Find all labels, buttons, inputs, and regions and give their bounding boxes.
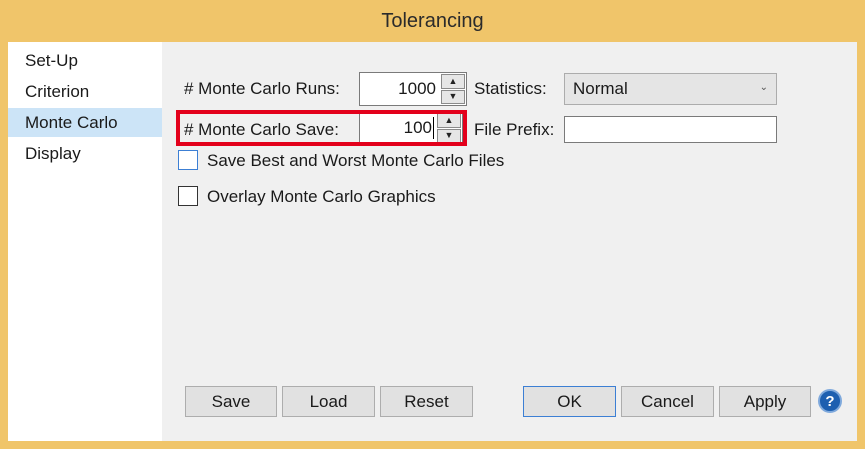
spin-down-icon[interactable]: ▼ xyxy=(441,89,465,104)
sidebar: Set-Up Criterion Monte Carlo Display xyxy=(8,42,162,441)
sidebar-item-monte-carlo[interactable]: Monte Carlo xyxy=(8,108,162,137)
highlight-box xyxy=(176,110,467,146)
cancel-button[interactable]: Cancel xyxy=(621,386,714,417)
monte-carlo-runs-value[interactable]: 1000 xyxy=(398,73,436,105)
statistics-selected-value: Normal xyxy=(573,79,628,98)
monte-carlo-runs-stepper[interactable]: 1000 ▲ ▼ xyxy=(359,72,467,106)
file-prefix-input[interactable] xyxy=(564,116,777,143)
sidebar-item-set-up[interactable]: Set-Up xyxy=(8,46,162,75)
monte-carlo-runs-spin-buttons: ▲ ▼ xyxy=(441,74,465,104)
reset-button[interactable]: Reset xyxy=(380,386,473,417)
spin-up-icon[interactable]: ▲ xyxy=(441,74,465,89)
overlay-graphics-label: Overlay Monte Carlo Graphics xyxy=(207,187,436,206)
monte-carlo-runs-label: # Monte Carlo Runs: xyxy=(184,79,340,98)
sidebar-item-display[interactable]: Display xyxy=(8,139,162,168)
apply-button[interactable]: Apply xyxy=(719,386,811,417)
statistics-select[interactable]: Normal ⌄ xyxy=(564,73,777,105)
window-title: Tolerancing xyxy=(381,9,484,32)
save-best-worst-checkbox[interactable] xyxy=(178,150,198,170)
sidebar-item-criterion[interactable]: Criterion xyxy=(8,77,162,106)
help-icon[interactable]: ? xyxy=(818,389,842,413)
ok-button[interactable]: OK xyxy=(523,386,616,417)
save-best-worst-label: Save Best and Worst Monte Carlo Files xyxy=(207,151,505,170)
overlay-graphics-checkbox[interactable] xyxy=(178,186,198,206)
save-button[interactable]: Save xyxy=(185,386,277,417)
statistics-label: Statistics: xyxy=(474,79,547,98)
load-button[interactable]: Load xyxy=(282,386,375,417)
file-prefix-label: File Prefix: xyxy=(474,120,555,139)
chevron-down-icon: ⌄ xyxy=(759,82,768,93)
